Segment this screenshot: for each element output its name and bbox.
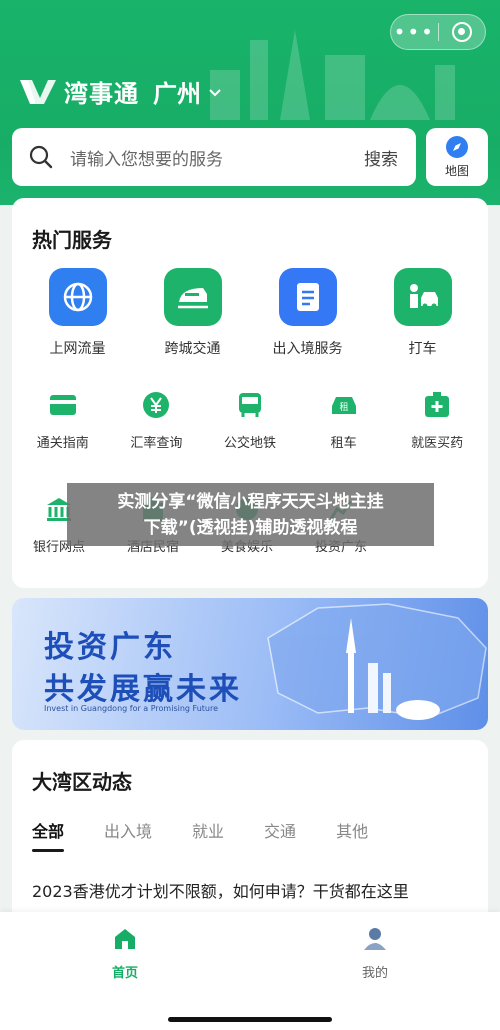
service-medical[interactable]: 就医买药 xyxy=(392,390,482,451)
map-button[interactable]: 地图 xyxy=(426,128,488,186)
tab-home-label: 首页 xyxy=(111,966,138,981)
home-indicator xyxy=(168,1017,332,1022)
news-article-title[interactable]: 2023香港优才计划不限额，如何申请？干货都在这里 xyxy=(32,878,409,902)
news-title: 大湾区动态 xyxy=(32,770,132,794)
service-customs-guide[interactable]: 通关指南 xyxy=(18,390,108,451)
globe-icon xyxy=(48,268,107,326)
service-label: 上网流量 xyxy=(49,341,106,357)
tab-mine-label: 我的 xyxy=(361,966,388,981)
medical-kit-icon xyxy=(422,390,452,420)
svg-text:租: 租 xyxy=(339,402,348,413)
home-icon xyxy=(115,929,135,949)
bus-icon xyxy=(235,390,265,420)
primary-services-row: 上网流量 跨城交通 出入境服务 打车 xyxy=(12,268,488,358)
watermark-overlay: 实测分享“微信小程序天天斗地主挂 下载”(透视挂)辅助透视教程 xyxy=(67,483,434,546)
close-target-icon[interactable] xyxy=(438,22,485,42)
bottom-tab-bar: 首页 我的 xyxy=(0,912,500,1030)
card-icon xyxy=(48,390,78,420)
tab-other[interactable]: 其他 xyxy=(336,818,368,842)
banner-headline: 投资广东 xyxy=(44,630,176,665)
tab-immigration[interactable]: 出入境 xyxy=(104,818,152,842)
brand-header: 湾事通 广州 xyxy=(18,74,223,109)
map-label: 地图 xyxy=(444,164,469,178)
service-label: 就医买药 xyxy=(411,436,464,451)
chevron-down-icon[interactable] xyxy=(207,84,223,100)
search-icon xyxy=(29,145,53,169)
banner-english: Invest in Guangdong for a Promising Futu… xyxy=(44,704,219,713)
tab-transport[interactable]: 交通 xyxy=(264,818,296,842)
more-dots-icon[interactable]: ••• xyxy=(391,14,438,50)
service-exchange-rate[interactable]: 汇率查询 xyxy=(111,390,201,451)
city-selector[interactable]: 广州 xyxy=(153,74,201,109)
guangdong-map-illustration xyxy=(267,603,487,720)
train-icon xyxy=(163,268,222,326)
overlay-line-1: 实测分享“微信小程序天天斗地主挂 xyxy=(117,491,384,512)
service-label: 汇率查询 xyxy=(130,436,183,451)
service-label: 打车 xyxy=(408,341,437,357)
service-bus-metro[interactable]: 公交地铁 xyxy=(205,390,295,451)
service-label: 公交地铁 xyxy=(223,436,276,451)
invest-guangdong-banner[interactable]: 投资广东 共发展赢未来 Invest in Guangdong for a Pr… xyxy=(12,598,488,730)
yen-icon xyxy=(141,390,171,420)
user-icon xyxy=(364,928,386,950)
rent-car-icon: 租 xyxy=(329,390,359,420)
tab-employment[interactable]: 就业 xyxy=(192,818,224,842)
taxi-icon xyxy=(393,268,452,326)
service-car-rental[interactable]: 租 租车 xyxy=(299,390,389,451)
service-immigration[interactable]: 出入境服务 xyxy=(258,268,358,358)
search-input[interactable]: 请输入您想要的服务 xyxy=(70,145,364,170)
bay-area-news-card: 大湾区动态 全部 出入境 就业 交通 其他 2023香港优才计划不限额，如何申请… xyxy=(12,740,488,940)
app-name: 湾事通 xyxy=(64,80,139,108)
banner-subheadline: 共发展赢未来 xyxy=(44,672,242,707)
tab-mine[interactable]: 我的 xyxy=(250,912,500,1030)
header: ••• 湾事通 广州 请输入您想要的服务 搜索 地图 xyxy=(0,0,500,205)
mini-program-capsule: ••• xyxy=(390,14,486,50)
news-tabs: 全部 出入境 就业 交通 其他 xyxy=(32,818,408,852)
service-intercity-transport[interactable]: 跨城交通 xyxy=(143,268,243,358)
search-bar[interactable]: 请输入您想要的服务 搜索 xyxy=(12,128,416,186)
secondary-services-row: 通关指南 汇率查询 公交地铁 租 租车 就医买药 xyxy=(12,390,488,451)
service-taxi[interactable]: 打车 xyxy=(373,268,473,358)
overlay-line-2: 下载”(透视挂)辅助透视教程 xyxy=(143,517,358,538)
search-button[interactable]: 搜索 xyxy=(364,145,398,170)
tab-all[interactable]: 全部 xyxy=(32,818,65,852)
app-logo-icon xyxy=(20,79,56,104)
service-label: 跨城交通 xyxy=(164,341,221,357)
hot-services-title: 热门服务 xyxy=(32,228,112,252)
document-plane-icon xyxy=(278,268,337,326)
tab-home[interactable]: 首页 xyxy=(0,912,250,1030)
service-mobile-data[interactable]: 上网流量 xyxy=(28,268,128,358)
compass-icon xyxy=(446,136,468,158)
service-label: 出入境服务 xyxy=(272,341,343,357)
service-label: 通关指南 xyxy=(36,436,89,451)
service-label: 租车 xyxy=(330,436,357,451)
